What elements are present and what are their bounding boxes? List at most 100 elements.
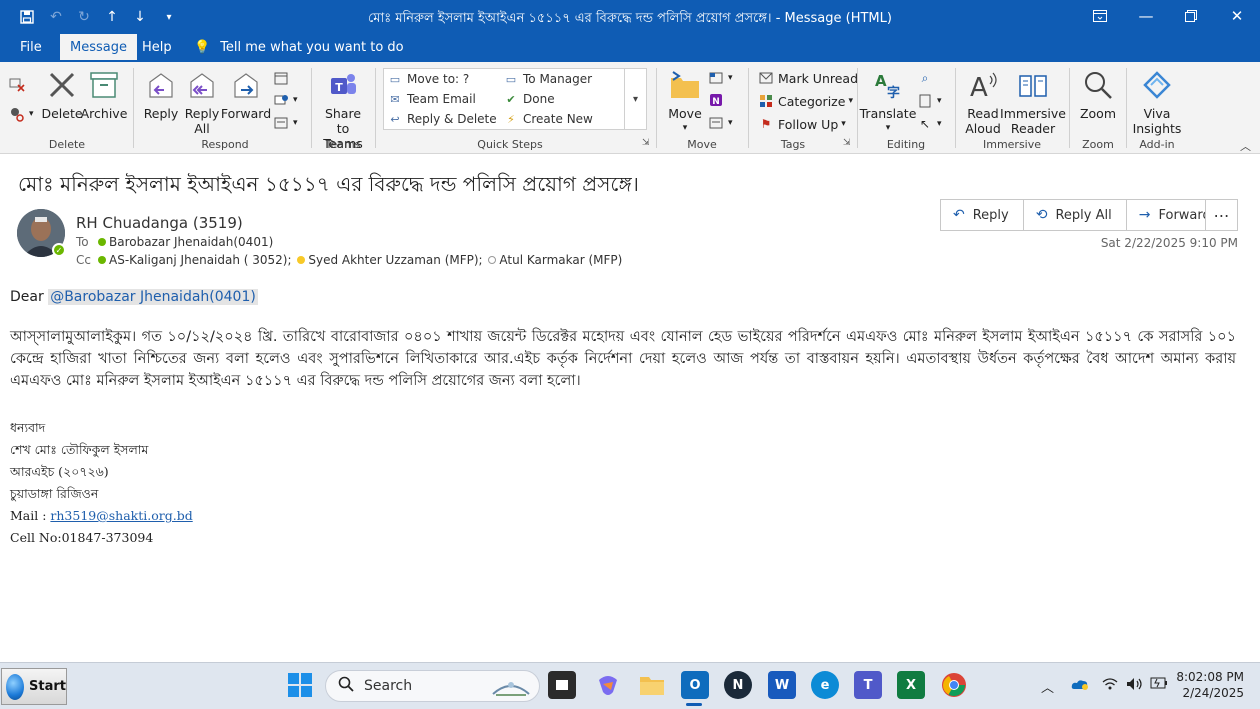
excel-icon[interactable]: X bbox=[897, 671, 925, 699]
actions-button[interactable]: ▾ bbox=[708, 115, 733, 131]
categorize-icon bbox=[758, 93, 774, 109]
zoom-button[interactable]: Zoom bbox=[1077, 68, 1119, 121]
reply-all-button[interactable]: Reply All bbox=[183, 68, 221, 136]
quick-step-to-manager[interactable]: ▭ To Manager bbox=[504, 72, 592, 86]
delete-button[interactable]: Delete bbox=[41, 68, 83, 121]
tab-help[interactable]: Help bbox=[132, 34, 182, 62]
redo-icon[interactable]: ↻ bbox=[75, 8, 93, 26]
next-item-icon[interactable]: ↓ bbox=[131, 8, 149, 26]
chrome-icon[interactable] bbox=[940, 671, 968, 699]
word-icon[interactable]: W bbox=[768, 671, 796, 699]
outlook-icon[interactable]: O bbox=[681, 671, 709, 699]
zoom-label: Zoom bbox=[1079, 106, 1117, 121]
checkmark-icon: ✔ bbox=[506, 92, 516, 106]
close-icon[interactable]: ✕ bbox=[1217, 5, 1257, 27]
reply-button[interactable]: Reply bbox=[142, 68, 180, 121]
immersive-reader-button[interactable]: Immersive Reader bbox=[1000, 68, 1066, 136]
taskbar-search[interactable]: Search bbox=[325, 670, 540, 702]
save-icon[interactable] bbox=[18, 8, 36, 26]
to-recipient[interactable]: Barobazar Jhenaidah(0401) bbox=[109, 235, 273, 249]
ribbon-display-options-icon[interactable] bbox=[1080, 5, 1120, 27]
cc-recipient[interactable]: Atul Karmakar (MFP) bbox=[499, 253, 622, 267]
junk-icon bbox=[9, 106, 25, 122]
quick-steps-gallery: ▭ Move to: ? ▭ To Manager ✉ Team Email ✔ Don… bbox=[383, 68, 647, 130]
menu-bar: File Message Help 💡 Tell me what you want… bbox=[0, 34, 1260, 62]
collapse-ribbon-button[interactable]: ︿ bbox=[1240, 138, 1251, 154]
app-n-icon[interactable]: N bbox=[724, 671, 752, 699]
quick-step-create-new-label: Create New bbox=[523, 112, 593, 126]
translate-icon: A字 bbox=[871, 68, 905, 102]
translate-button[interactable]: A字 Translate ▾ bbox=[860, 68, 917, 136]
start-orb-icon bbox=[6, 673, 25, 700]
windows-logo-icon[interactable] bbox=[288, 673, 312, 697]
tags-dialog-launcher[interactable]: ⇲ bbox=[843, 138, 851, 148]
group-divider bbox=[656, 68, 657, 148]
junk-button[interactable]: ▾ bbox=[9, 106, 34, 122]
im-button[interactable]: ▾ bbox=[273, 92, 298, 108]
quick-steps-dialog-launcher[interactable]: ⇲ bbox=[642, 138, 650, 148]
quick-step-move-to[interactable]: ▭ Move to: ? bbox=[388, 72, 469, 86]
show-hidden-icons[interactable]: ︿ bbox=[1041, 677, 1054, 696]
cc-label: Cc bbox=[76, 253, 91, 267]
related-icon bbox=[917, 93, 933, 109]
move-button[interactable]: Move ▾ bbox=[665, 68, 705, 136]
file-explorer-icon[interactable] bbox=[638, 671, 666, 699]
cc-recipient[interactable]: AS-Kaliganj Jhenaidah ( 3052); bbox=[109, 253, 292, 267]
signature-cell: Cell No:01847-373094 bbox=[10, 530, 154, 545]
edge-icon[interactable]: e bbox=[811, 671, 839, 699]
task-view-icon[interactable] bbox=[548, 671, 576, 699]
viva-label-2: Insights bbox=[1132, 121, 1182, 136]
onenote-button[interactable]: N bbox=[708, 92, 728, 108]
quick-step-team-email[interactable]: ✉ Team Email bbox=[388, 92, 475, 106]
read-aloud-button[interactable]: A Read Aloud bbox=[962, 68, 1004, 136]
tab-file[interactable]: File bbox=[10, 34, 52, 62]
forward-button[interactable]: Forward bbox=[221, 68, 271, 121]
tell-me-search[interactable]: 💡 Tell me what you want to do bbox=[194, 34, 404, 62]
reply-action-button[interactable]: ↶ Reply bbox=[941, 200, 1024, 230]
battery-icon[interactable] bbox=[1150, 677, 1168, 693]
read-aloud-label-2: Aloud bbox=[965, 121, 1001, 136]
quick-step-done[interactable]: ✔ Done bbox=[504, 92, 554, 106]
tab-message[interactable]: Message bbox=[60, 34, 137, 62]
start-button[interactable]: Start bbox=[1, 668, 67, 705]
sender-name[interactable]: RH Chuadanga (3519) bbox=[76, 214, 243, 232]
related-button[interactable]: ▾ bbox=[917, 93, 942, 109]
ignore-button[interactable] bbox=[9, 76, 29, 92]
onedrive-icon[interactable] bbox=[1071, 677, 1089, 695]
cursor-icon: ↖ bbox=[919, 117, 931, 131]
reply-all-action-label: Reply All bbox=[1055, 207, 1112, 223]
onenote-icon: N bbox=[708, 92, 724, 108]
archive-button[interactable]: Archive bbox=[81, 68, 127, 121]
archive-icon bbox=[87, 68, 121, 102]
more-respond-button[interactable]: ▾ bbox=[273, 115, 298, 131]
signature-email-link[interactable]: rh3519@shakti.org.bd bbox=[50, 508, 192, 523]
volume-icon[interactable] bbox=[1126, 677, 1144, 695]
customize-toolbar-icon[interactable]: ▾ bbox=[160, 8, 178, 26]
taskbar-clock[interactable]: 8:02:08 PM 2/24/2025 bbox=[1170, 669, 1244, 701]
search-icon bbox=[338, 676, 354, 696]
cc-recipient[interactable]: Syed Akhter Uzzaman (MFP); bbox=[308, 253, 482, 267]
reply-all-action-button[interactable]: ⟲ Reply All bbox=[1024, 200, 1127, 230]
viva-insights-button[interactable]: Viva Insights bbox=[1133, 68, 1181, 136]
group-label-move: Move bbox=[687, 138, 717, 151]
maximize-icon[interactable] bbox=[1171, 5, 1211, 27]
categorize-button[interactable]: Categorize ▾ bbox=[758, 93, 853, 109]
minimize-icon[interactable]: — bbox=[1126, 5, 1166, 27]
copilot-icon[interactable] bbox=[594, 671, 622, 699]
undo-icon[interactable]: ↶ bbox=[47, 8, 65, 26]
mention-link[interactable]: @Barobazar Jhenaidah(0401) bbox=[48, 289, 258, 305]
follow-up-button[interactable]: ⚑ Follow Up ▾ bbox=[758, 116, 846, 132]
rules-button[interactable]: ▾ bbox=[708, 70, 733, 86]
mark-unread-button[interactable]: Mark Unread bbox=[758, 70, 858, 86]
wifi-icon[interactable] bbox=[1102, 677, 1118, 695]
select-button[interactable]: ↖ ▾ bbox=[917, 116, 942, 132]
teams-taskbar-icon[interactable]: T bbox=[854, 671, 882, 699]
more-actions-button[interactable]: ⋯ bbox=[1205, 199, 1238, 231]
reply-arrow-icon: ↶ bbox=[953, 207, 965, 223]
quick-step-create-new[interactable]: ⚡ Create New bbox=[504, 112, 593, 126]
find-button[interactable]: ⌕ bbox=[917, 70, 937, 86]
quick-steps-expand-button[interactable]: ▾ bbox=[624, 69, 646, 129]
quick-step-reply-delete[interactable]: ↩ Reply & Delete bbox=[388, 112, 496, 126]
previous-item-icon[interactable]: ↑ bbox=[103, 8, 121, 26]
meeting-button[interactable] bbox=[273, 70, 293, 86]
